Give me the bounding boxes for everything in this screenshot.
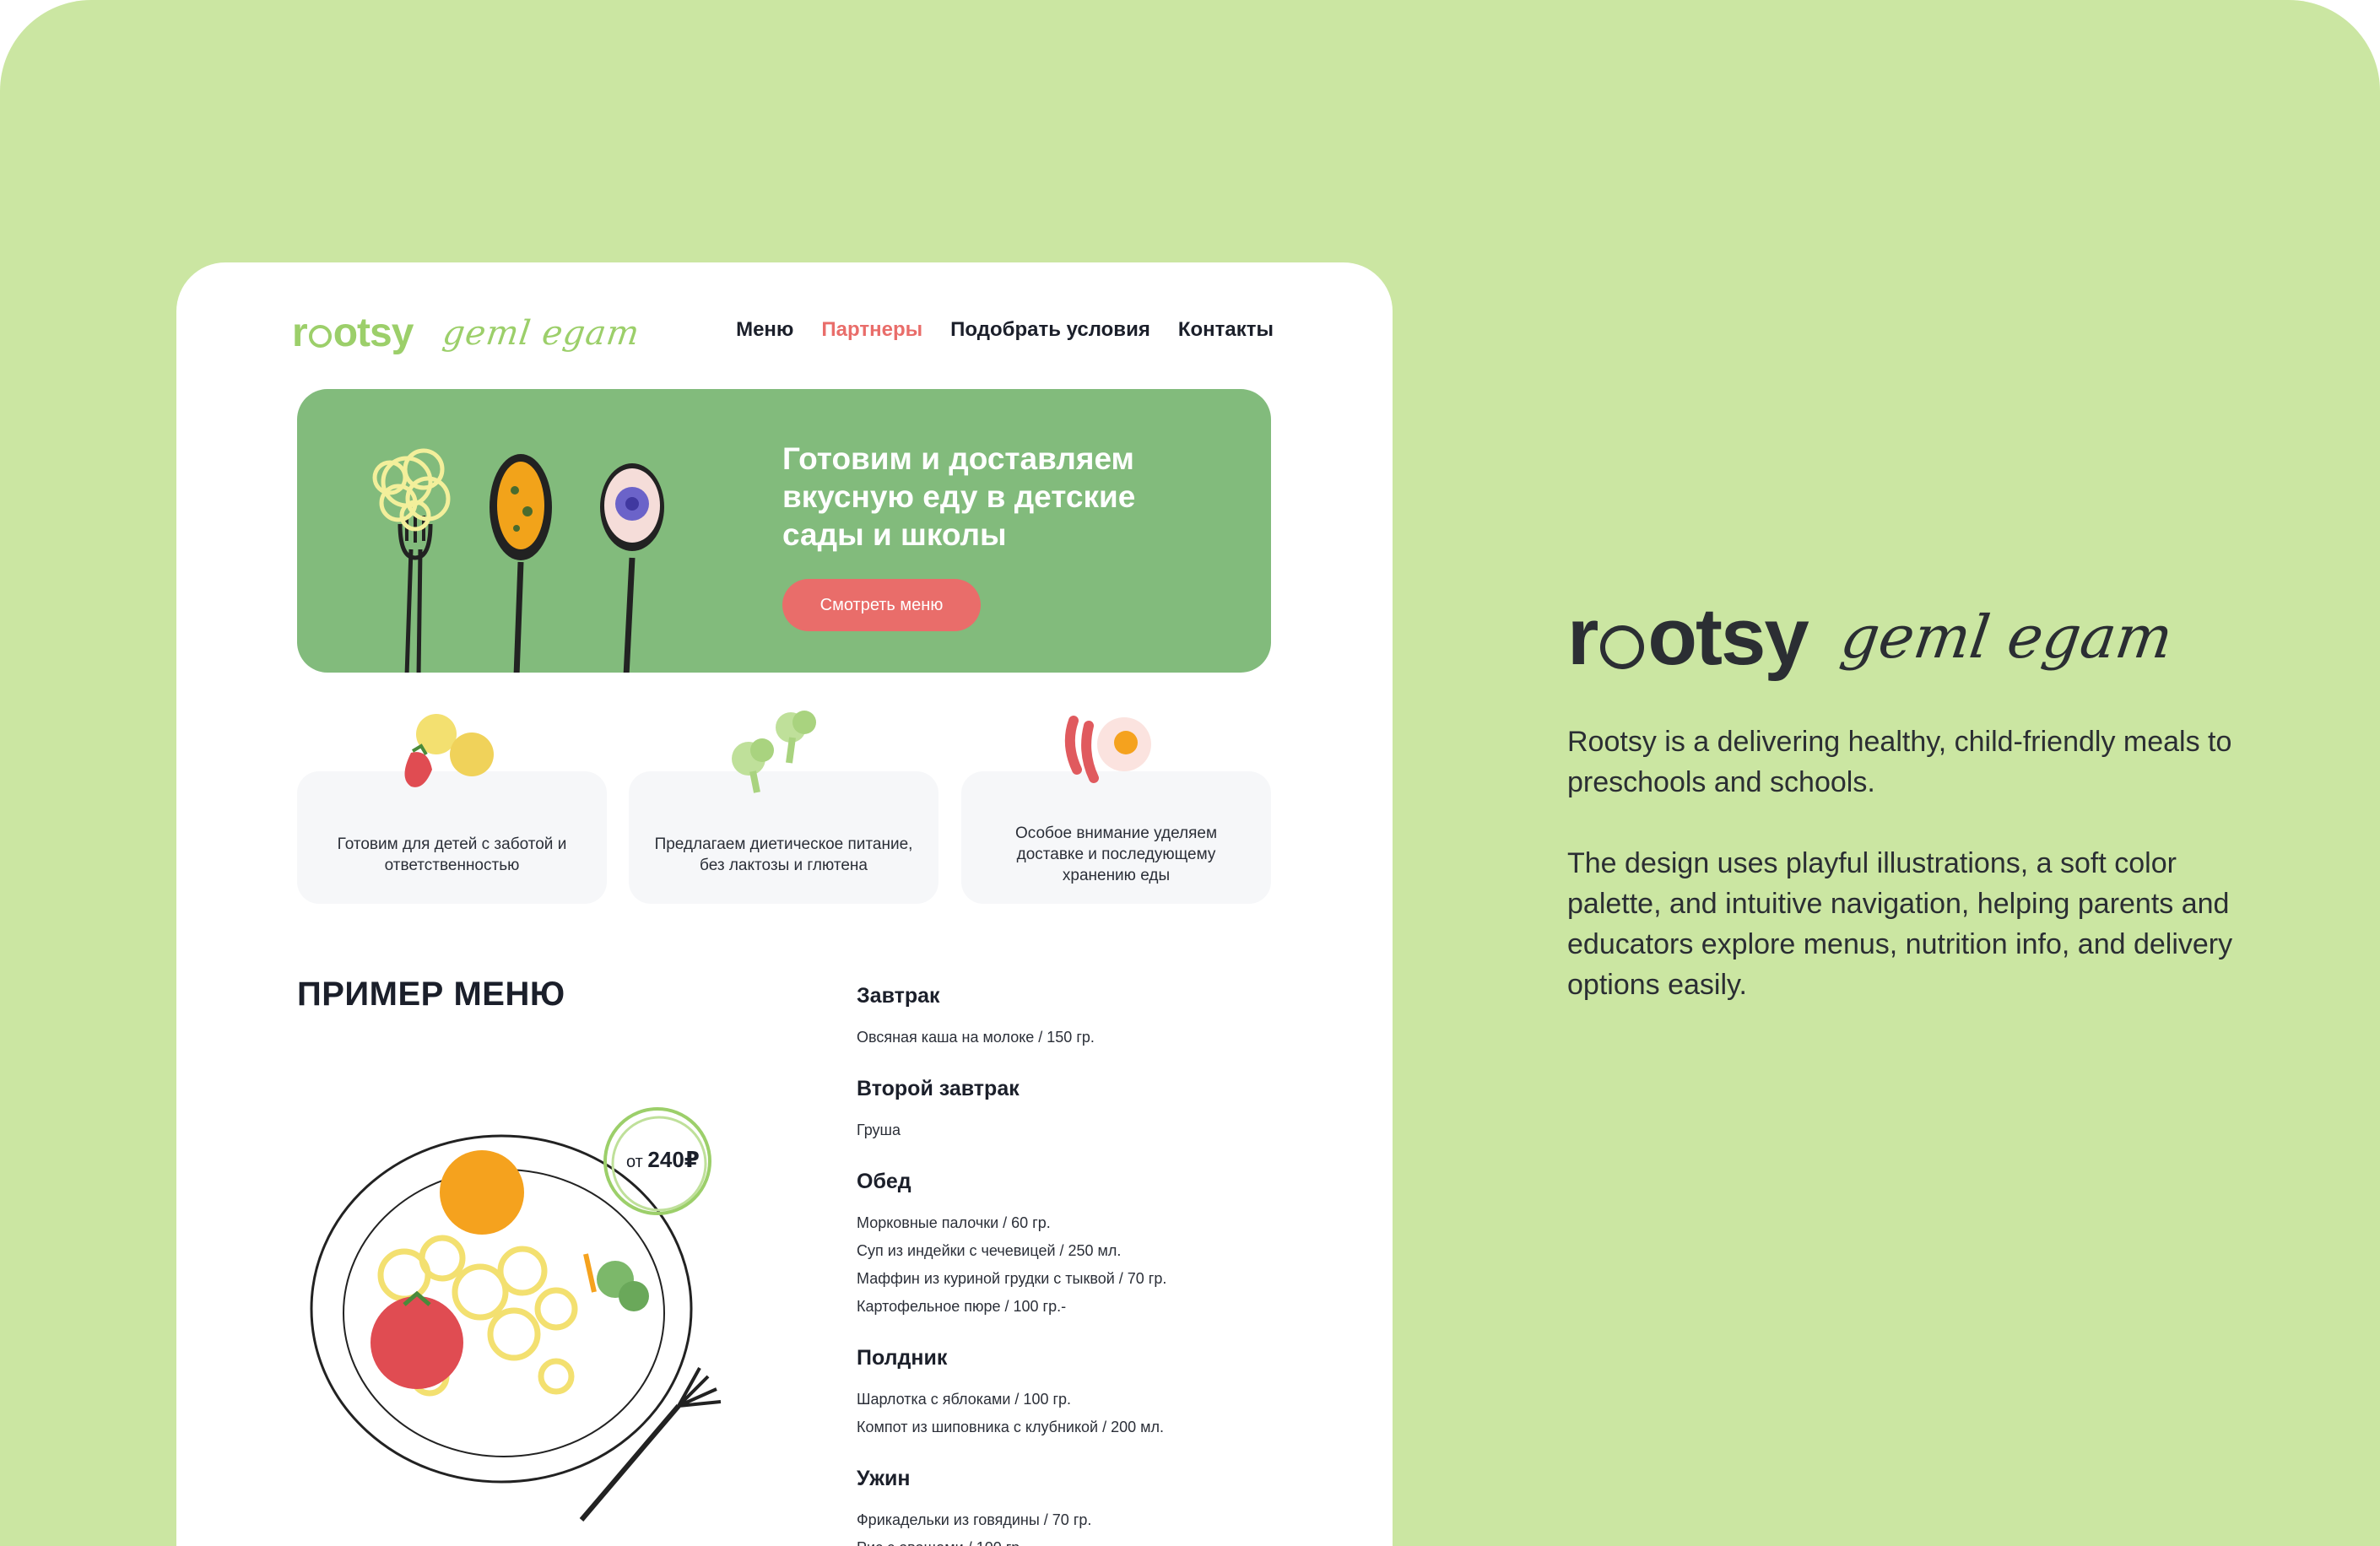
description-paragraph: Rootsy is a delivering healthy, child-fr… [1567,726,2232,798]
meal-lunch: Обед Морковные палочки / 60 гр. Суп из и… [857,1170,1329,1321]
description-paragraph: The design uses playful illustrations, a… [1567,847,2233,1001]
brand-logo: r otsy geml egam [1567,591,2177,684]
meal-snack: Полдник Шарлотка с яблоками / 100 гр. Ко… [857,1346,1329,1441]
meal-item: Картофельное пюре / 100 гр.- [857,1298,1067,1315]
site-header: r otsy geml egam Меню Партнеры Подобрать … [176,262,1393,389]
meal-item: Рис с овощами / 100 гр. [857,1534,1329,1546]
strawberry-icon [404,714,494,787]
meal-item: Груша [857,1122,901,1138]
nav-item-conditions[interactable]: Подобрать условия [950,318,1150,342]
website-mockup: r otsy geml egam Меню Партнеры Подобрать … [176,262,1393,1546]
cutlery-illustration [372,448,664,673]
menu-price: от 240₽ [626,1147,700,1172]
meal-item: Суп из индейки с чечевицей / 250 мл. [857,1242,1122,1259]
feature-text: Предлагаем диетическое питание, без лакт… [654,835,913,874]
meal-item: Морковные палочки / 60 гр. [857,1214,1051,1231]
site-logo[interactable]: r otsy geml egam [292,310,643,356]
brand-script: geml egam [1836,603,2177,672]
brand-description: Rootsy is a delivering healthy, child-fr… [1567,722,2259,1005]
meal-item: Компот из шиповника с клубникой / 200 мл… [857,1419,1165,1435]
presentation-canvas: r otsy geml egam Меню Партнеры Подобрать … [0,0,2380,1546]
features-row: Готовим для детей с заботой и ответствен… [297,711,1271,904]
meal-second-breakfast: Второй завтрак Груша [857,1077,1329,1144]
nav-item-contacts[interactable]: Контакты [1178,318,1274,342]
hero-banner: Готовим и доставляем вкусную еду в детск… [297,389,1271,673]
meal-item: Овсяная каша на молоке / 150 гр. [857,1029,1095,1046]
meal-breakfast: Завтрак Овсяная каша на молоке / 150 гр. [857,984,1329,1051]
broccoli-icon [732,711,816,793]
meal-item: Шарлотка с яблоками / 100 гр. [857,1391,1072,1408]
menu-list: Завтрак Овсяная каша на молоке / 150 гр.… [857,984,1329,1546]
nav-item-partners[interactable]: Партнеры [821,318,922,342]
logo-script: geml egam [441,313,643,353]
brand-wordmark: r otsy [1567,592,1809,682]
meal-item: Маффин из куриной грудки с тыквой / 70 г… [857,1270,1167,1287]
egg-sausage-icon [1064,716,1151,783]
meal-dinner: Ужин Фрикадельки из говядины / 70 гр. Ри… [857,1467,1329,1546]
main-nav: Меню Партнеры Подобрать условия Контакты [736,318,1274,342]
nav-item-menu[interactable]: Меню [736,318,793,342]
feature-text: Особое внимание уделяем доставке и после… [1014,824,1218,884]
plate-illustration [310,1107,722,1522]
logo-wordmark: r otsy [292,311,414,355]
menu-title: ПРИМЕР МЕНЮ [297,976,565,1013]
view-menu-button[interactable]: Смотреть меню [782,579,981,631]
hero-title: Готовим и доставляем вкусную еду в детск… [782,441,1136,552]
feature-text: Готовим для детей с заботой и ответствен… [337,835,567,874]
meal-item: Фрикадельки из говядины / 70 гр. [857,1511,1092,1528]
